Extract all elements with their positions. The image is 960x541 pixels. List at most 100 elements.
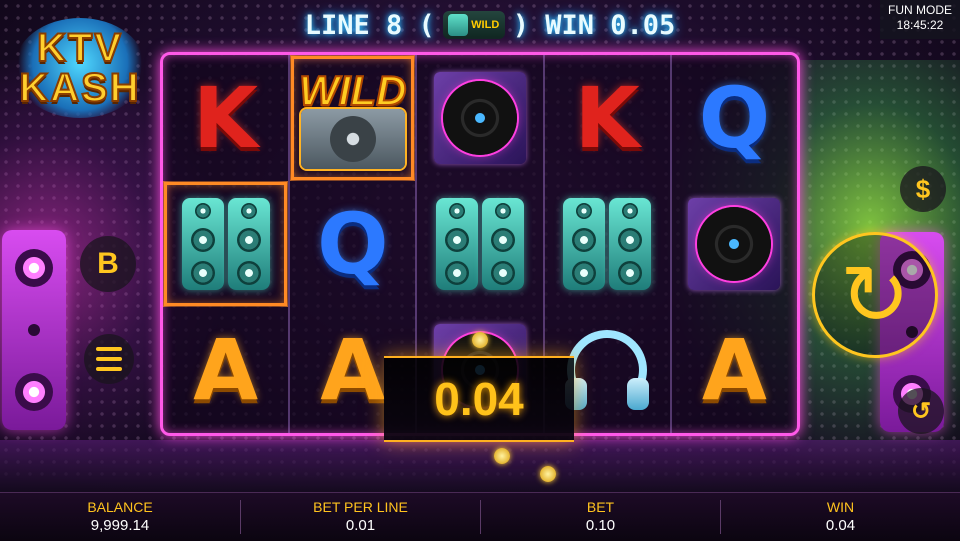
hamburger-icon-bar [96, 367, 122, 371]
speaker-cone-icon [445, 227, 469, 252]
reel-cell: Q [672, 55, 797, 181]
reel-cell: A [672, 307, 797, 433]
reel-cell: K [163, 55, 288, 181]
speaker-box [181, 198, 224, 290]
win-display: WIN 0.04 [721, 493, 960, 541]
wild-symbol: WILD [290, 55, 415, 181]
hamburger-icon-bar [96, 357, 122, 361]
vinyl-record-icon [434, 72, 526, 164]
bet-value: 0.10 [585, 517, 616, 534]
coin-icon [472, 332, 488, 348]
bet-settings-button[interactable]: B [80, 236, 136, 292]
spin-arrows-icon: ↻ [839, 246, 911, 344]
win-value: 0.04 [825, 517, 856, 534]
speaker-cone-icon [449, 202, 465, 219]
symbol-k: K [574, 69, 640, 167]
speaker-cone-icon [15, 373, 53, 412]
bet-per-line-display[interactable]: BET PER LINE 0.01 [241, 493, 480, 541]
win-amount-popup: 0.04 [384, 356, 574, 442]
speaker-knob [28, 323, 40, 336]
logo-line-1: KTV [36, 26, 123, 70]
reel-column: QA [672, 55, 797, 433]
speaker-cone-icon [491, 261, 515, 286]
mode-label: FUN MODE [888, 3, 952, 17]
symbol-a: A [701, 321, 767, 419]
currency-button[interactable]: $ [900, 166, 946, 212]
game-logo: KTV KASH [14, 18, 146, 118]
stage-floor [0, 440, 960, 492]
clock-time: 18:45:22 [896, 18, 944, 32]
wild-label: WILD [298, 66, 407, 115]
speaker-cone-icon [240, 202, 257, 219]
reel-cell [417, 181, 542, 307]
symbol-q: Q [698, 69, 771, 167]
speaker-cone-icon [236, 227, 261, 252]
mini-speaker-icon [448, 14, 469, 36]
turntable-icon [300, 109, 405, 169]
balance-label: BALANCE [87, 499, 153, 515]
reel-cell [545, 181, 670, 307]
reel-cell [672, 181, 797, 307]
speaker-cone-icon [618, 261, 643, 286]
reel-cell [163, 181, 288, 307]
coin-icon [540, 466, 556, 482]
autoplay-icon: ↺ [910, 397, 932, 425]
speaker-cone-icon [618, 227, 643, 252]
bet-per-line-label: BET PER LINE [313, 499, 408, 515]
speaker-box [609, 198, 652, 290]
speaker-cone-icon [15, 248, 53, 287]
logo-line-2: KASH [18, 66, 141, 110]
bottom-info-bar: BALANCE 9,999.14 BET PER LINE 0.01 BET 0… [0, 492, 960, 541]
speaker-cone-icon [572, 261, 597, 286]
line-win-suffix: ) WIN 0.05 [512, 9, 676, 41]
win-label: WIN [826, 499, 855, 515]
vinyl-record-icon [688, 198, 781, 290]
speaker-wild-icon: WILD [442, 11, 505, 39]
symbol-a: A [320, 321, 386, 419]
speaker-symbol-icon [436, 198, 524, 290]
speaker-symbol-icon [563, 198, 652, 290]
symbol-q: Q [317, 195, 389, 293]
headphones-icon [565, 330, 650, 410]
speaker-cone-icon [576, 202, 593, 219]
line-win-prefix: LINE 8 ( [304, 9, 435, 41]
speaker-cone-icon [194, 202, 211, 219]
mini-wild-label: WILD [471, 19, 500, 31]
speaker-cone-icon [190, 227, 215, 252]
speaker-symbol-icon [181, 198, 270, 290]
turntable-platter [329, 116, 376, 162]
mode-clock-panel: FUN MODE 18:45:22 [880, 0, 960, 39]
autoplay-button[interactable]: ↺ [898, 388, 944, 434]
speaker-box [482, 198, 524, 290]
symbol-a: A [193, 321, 259, 419]
line-win-info: LINE 8 ( WILD ) WIN 0.05 [280, 8, 700, 42]
reel-cell: A [163, 307, 288, 433]
vinyl-disc [443, 81, 517, 155]
reel-cell: Q [290, 181, 415, 307]
speaker-box [436, 198, 478, 290]
bet-display: BET 0.10 [481, 493, 720, 541]
reel-column: KA [163, 55, 291, 433]
bet-label: BET [586, 499, 615, 515]
speaker-cone-icon [572, 227, 597, 252]
bet-per-line-value: 0.01 [345, 517, 376, 534]
speaker-cone-icon [495, 202, 511, 219]
balance-display: BALANCE 9,999.14 [0, 493, 240, 541]
vinyl-disc [697, 207, 772, 281]
symbol-k: K [193, 69, 259, 167]
reel-cell [417, 55, 542, 181]
balance-value: 9,999.14 [90, 517, 150, 534]
speaker-cone-icon [491, 227, 515, 252]
reel-cell: K [545, 55, 670, 181]
speaker-box [227, 198, 270, 290]
left-speaker-tower [2, 230, 66, 430]
spin-button[interactable]: ↻ [812, 232, 938, 358]
hamburger-icon-bar [96, 347, 122, 351]
menu-button[interactable] [84, 334, 134, 384]
speaker-box [563, 198, 606, 290]
speaker-cone-icon [445, 261, 469, 286]
coin-icon [494, 448, 510, 464]
speaker-cone-icon [236, 261, 261, 286]
speaker-cone-icon [190, 261, 215, 286]
speaker-cone-icon [622, 202, 639, 219]
